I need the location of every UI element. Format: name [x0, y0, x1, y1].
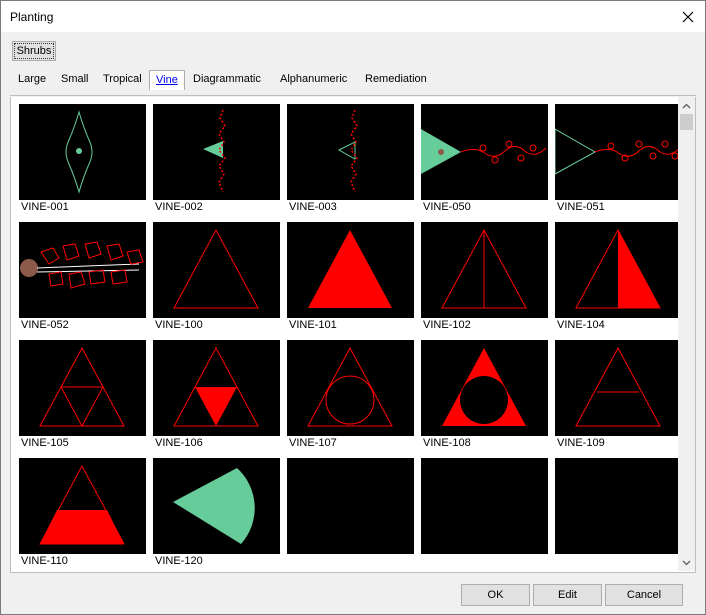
vine-outline-green-icon	[19, 104, 146, 200]
symbol-label: VINE-107	[289, 437, 337, 449]
symbol-tile[interactable]: VINE-108	[421, 340, 548, 453]
triangle-outline-icon	[153, 222, 280, 318]
symbol-tile[interactable]: VINE-110	[19, 458, 146, 571]
chevron-down-icon	[682, 560, 691, 565]
symbol-label: VINE-002	[155, 201, 203, 213]
symbol-tile[interactable]: VINE-051	[555, 104, 682, 217]
scroll-down-button[interactable]	[678, 554, 695, 571]
symbol-label: VINE-100	[155, 319, 203, 331]
symbol-label: VINE-110	[21, 555, 68, 567]
empty-tile-image	[555, 458, 682, 554]
triangle-split-icon	[421, 222, 548, 318]
symbol-tile[interactable]: VINE-003	[287, 104, 414, 217]
vine-leafy-trunk-icon	[19, 222, 146, 318]
tab-alphanumeric[interactable]: Alphanumeric	[277, 71, 350, 89]
symbol-label: VINE-052	[21, 319, 69, 331]
symbol-tile[interactable]: VINE-052	[19, 222, 146, 335]
tab-diagrammatic[interactable]: Diagrammatic	[190, 71, 264, 89]
symbol-label: VINE-109	[557, 437, 605, 449]
symbol-label: VINE-120	[155, 555, 203, 567]
symbol-tile[interactable]: VINE-100	[153, 222, 280, 335]
empty-tile	[555, 458, 682, 571]
symbol-label: VINE-102	[423, 319, 471, 331]
symbol-label: VINE-101	[289, 319, 337, 331]
edit-button[interactable]: Edit	[533, 584, 602, 606]
tab-small[interactable]: Small	[58, 71, 92, 89]
empty-tile-image	[421, 458, 548, 554]
planting-dialog: Planting Shrubs Large Small Tropical Vin…	[0, 0, 706, 615]
triangle-subdivided-icon	[19, 340, 146, 436]
symbol-tile[interactable]: VINE-101	[287, 222, 414, 335]
symbol-label: VINE-050	[423, 201, 471, 213]
triangle-bottom-filled-icon	[19, 458, 146, 554]
symbol-grid: VINE-001 VINE-002 VINE-003 VINE-050 VINE…	[10, 97, 696, 573]
symbol-tile[interactable]: VINE-106	[153, 340, 280, 453]
empty-tile	[421, 458, 548, 571]
vine-red-green-arrow-icon	[153, 104, 280, 200]
symbol-label: VINE-051	[557, 201, 605, 213]
triangle-half-filled-icon	[555, 222, 682, 318]
triangle-filled-icon	[287, 222, 414, 318]
close-button[interactable]	[671, 1, 705, 32]
tab-vine[interactable]: Vine	[149, 70, 185, 90]
symbol-tile[interactable]: VINE-120	[153, 458, 280, 571]
fan-sector-green-icon	[153, 458, 280, 554]
tab-strip: Large Small Tropical Vine Diagrammatic A…	[1, 70, 706, 90]
triangle-band-icon	[555, 340, 682, 436]
symbol-label: VINE-106	[155, 437, 203, 449]
chevron-up-icon	[682, 103, 691, 108]
cancel-button[interactable]: Cancel	[605, 584, 683, 606]
symbol-label: VINE-108	[423, 437, 471, 449]
category-tab-shrubs[interactable]: Shrubs	[12, 41, 56, 61]
window-title: Planting	[10, 10, 54, 24]
triangle-inverted-fill-icon	[153, 340, 280, 436]
symbol-tile[interactable]: VINE-002	[153, 104, 280, 217]
tab-tropical[interactable]: Tropical	[100, 71, 145, 89]
tab-remediation[interactable]: Remediation	[362, 71, 430, 89]
triangle-circle-filled-icon	[421, 340, 548, 436]
symbol-tile[interactable]: VINE-050	[421, 104, 548, 217]
triangle-circle-icon	[287, 340, 414, 436]
symbol-tile[interactable]: VINE-109	[555, 340, 682, 453]
vertical-scrollbar[interactable]	[678, 97, 695, 571]
symbol-tile[interactable]: VINE-105	[19, 340, 146, 453]
symbol-label: VINE-001	[21, 201, 69, 213]
symbol-tile[interactable]: VINE-102	[421, 222, 548, 335]
empty-tile	[287, 458, 414, 571]
close-icon	[682, 11, 694, 22]
symbol-tile[interactable]: VINE-104	[555, 222, 682, 335]
scrollbar-thumb[interactable]	[680, 114, 693, 130]
symbol-tile[interactable]: VINE-001	[19, 104, 146, 217]
vine-red-outline-arrow-icon	[287, 104, 414, 200]
tab-large[interactable]: Large	[15, 71, 49, 89]
symbol-tile[interactable]: VINE-107	[287, 340, 414, 453]
empty-tile-image	[287, 458, 414, 554]
symbol-label: VINE-105	[21, 437, 69, 449]
ok-button[interactable]: OK	[461, 584, 530, 606]
vine-horizontal-outline-fan-icon	[555, 104, 682, 200]
tab-divider	[10, 95, 696, 96]
title-bar: Planting	[1, 1, 705, 32]
symbol-label: VINE-104	[557, 319, 605, 331]
category-tab-label: Shrubs	[13, 43, 55, 59]
vine-horizontal-green-fan-icon	[421, 104, 548, 200]
scroll-up-button[interactable]	[678, 97, 695, 114]
symbol-label: VINE-003	[289, 201, 337, 213]
